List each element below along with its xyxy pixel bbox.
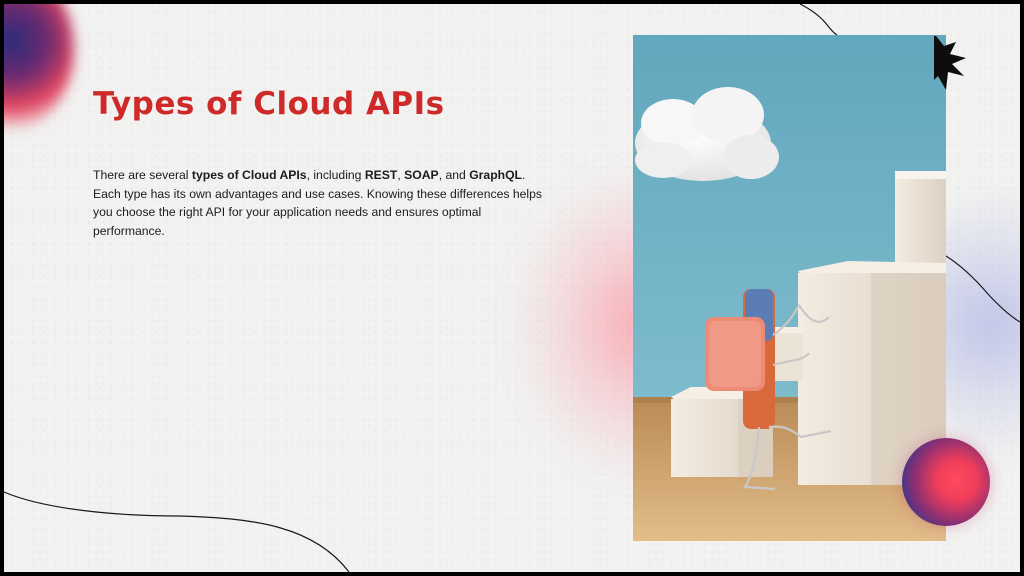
curve-right [945, 255, 1020, 323]
body-text-segment: , including [306, 168, 365, 182]
body-bold-graphql: GraphQL [469, 168, 523, 182]
curve-top-right [799, 4, 838, 36]
body-bold-soap: SOAP [404, 168, 439, 182]
curve-bottom-left [4, 491, 350, 572]
body-bold-rest: REST [364, 168, 398, 182]
illustration-photo [633, 35, 946, 541]
slide: Types of Cloud APIs There are several ty… [4, 4, 1020, 572]
illustration-scene [633, 35, 946, 541]
body-bold-types: types of Cloud APIs [191, 168, 307, 182]
slide-title: Types of Cloud APIs [93, 86, 445, 122]
body-text-segment: There are several [93, 168, 192, 182]
starburst-icon [934, 36, 966, 90]
slide-body-text: There are several types of Cloud APIs, i… [93, 166, 543, 240]
gradient-orb-icon [902, 438, 990, 526]
body-text-segment: , and [438, 168, 470, 182]
